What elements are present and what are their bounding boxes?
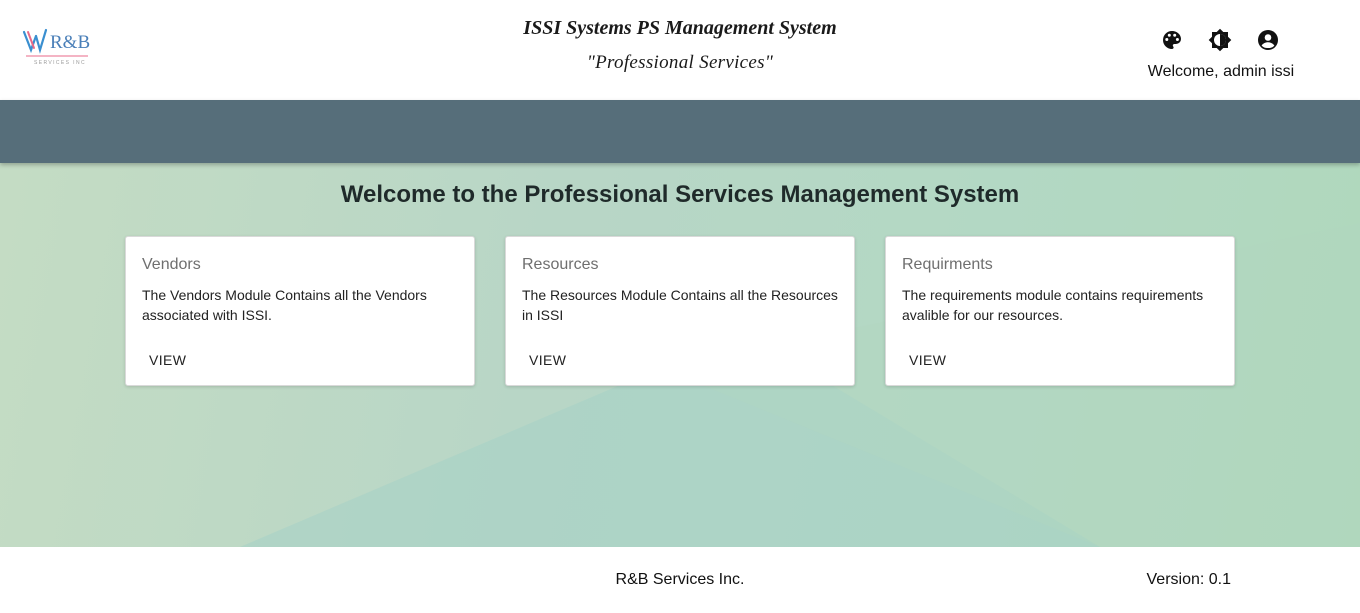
app-toolbar (0, 100, 1360, 163)
app-footer: R&B Services Inc. Version: 0.1 (0, 547, 1360, 613)
card-title: Resources (522, 256, 599, 273)
resources-card: Resources The Resources Module Contains … (505, 236, 855, 386)
requirements-view-button[interactable]: VIEW (894, 347, 961, 373)
footer-company: R&B Services Inc. (615, 571, 745, 588)
card-title: Vendors (142, 256, 201, 273)
header-icon-group (1156, 27, 1286, 53)
card-description: The Resources Module Contains all the Re… (522, 287, 838, 323)
card-description: The requirements module contains require… (902, 287, 1204, 323)
vendors-card: Vendors The Vendors Module Contains all … (125, 236, 475, 386)
app-header: R&B SERVICES INC ISSI Systems PS Managem… (0, 0, 1360, 100)
welcome-user-text: Welcome, admin issi (1147, 63, 1295, 80)
account-icon[interactable] (1255, 27, 1281, 53)
palette-icon[interactable] (1159, 27, 1185, 53)
card-description: The Vendors Module Contains all the Vend… (142, 287, 427, 323)
requirements-card: Requirments The requirements module cont… (885, 236, 1235, 386)
brightness-icon[interactable] (1207, 27, 1233, 53)
vendors-view-button[interactable]: VIEW (134, 347, 201, 373)
welcome-heading: Welcome to the Professional Services Man… (340, 181, 1020, 208)
footer-version: Version: 0.1 (1146, 571, 1232, 588)
main-content: Welcome to the Professional Services Man… (0, 163, 1360, 547)
card-title: Requirments (902, 256, 993, 273)
resources-view-button[interactable]: VIEW (514, 347, 581, 373)
